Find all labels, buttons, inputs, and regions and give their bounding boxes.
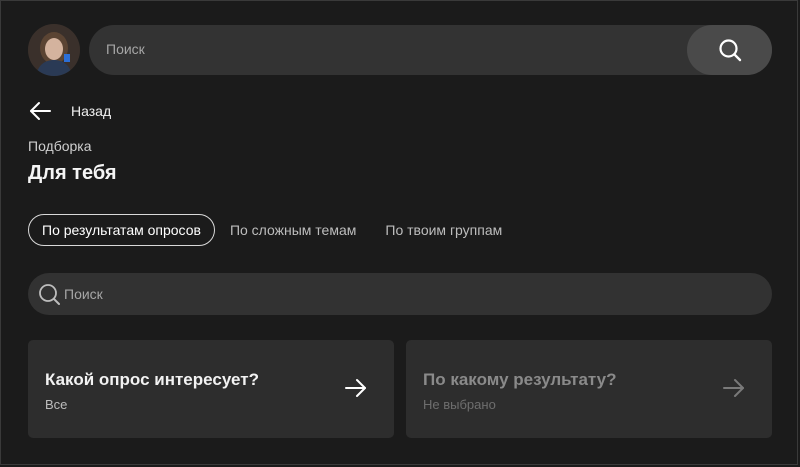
avatar-image [28,24,80,76]
filter-card-title: По какому результату? [423,370,617,389]
arrow-right-icon [345,379,366,397]
filter-search-input[interactable]: Поиск [28,273,772,315]
filter-card-value: Все [45,397,68,412]
tab-difficult-topics[interactable]: По сложным темам [216,214,370,246]
top-search-button[interactable] [687,25,772,75]
filter-card-value: Не выбрано [423,397,496,412]
page-title: Для тебя [28,162,117,184]
back-label: Назад [71,103,112,119]
filter-card-survey[interactable]: Какой опрос интересует? Все [28,340,394,438]
page-overline: Подборка [28,138,92,154]
tab-bar: По результатам опросов По сложным темам … [28,214,517,246]
search-icon [39,284,60,305]
top-search-bar[interactable]: Поиск [89,25,772,75]
filter-card-title: Какой опрос интересует? [45,370,259,389]
tab-survey-results[interactable]: По результатам опросов [28,214,215,246]
arrow-right-icon [723,379,744,397]
search-icon [718,39,741,62]
top-search-placeholder: Поиск [106,41,145,57]
filter-card-result: По какому результату? Не выбрано [406,340,772,438]
arrow-left-icon [30,102,51,120]
back-button[interactable]: Назад [29,98,111,124]
tab-your-groups[interactable]: По твоим группам [371,214,516,246]
filter-search-placeholder: Поиск [64,286,103,302]
user-avatar[interactable] [28,24,80,76]
